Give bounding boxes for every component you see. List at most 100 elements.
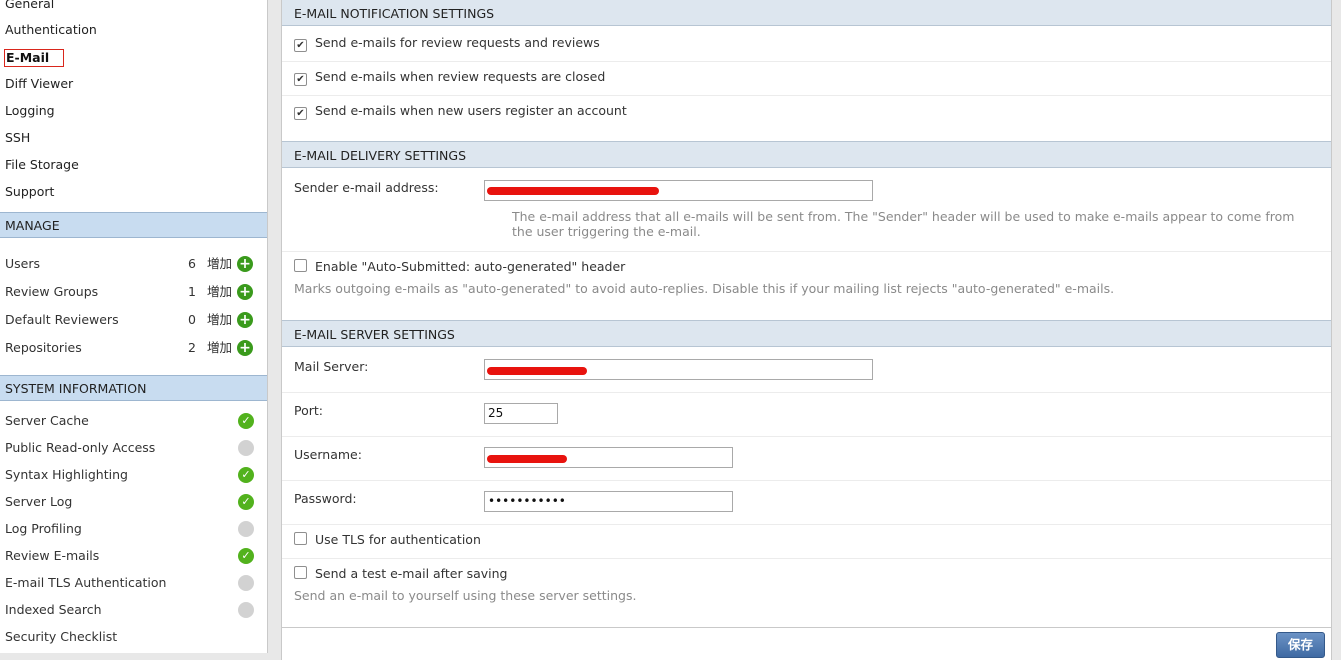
delivery-section-header: E-MAIL DELIVERY SETTINGS — [282, 141, 1331, 168]
sidebar: General Authentication E-Mail Diff Viewe… — [0, 0, 268, 653]
tls-label: Use TLS for authentication — [315, 532, 481, 547]
check-icon: ✓ — [238, 494, 254, 510]
save-button[interactable]: 保存 — [1276, 632, 1325, 658]
test-email-help: Send an e-mail to yourself using these s… — [294, 588, 637, 603]
sys-server-log-link[interactable]: Server Log — [5, 491, 72, 513]
nav-authentication[interactable]: Authentication — [5, 20, 97, 40]
password-field[interactable]: ••••••••••• — [484, 491, 733, 512]
disabled-status-icon — [238, 575, 254, 591]
nav-email[interactable]: E-Mail — [4, 49, 64, 67]
test-email-option[interactable]: Send a test e-mail after saving — [294, 565, 507, 583]
sys-public-read-only-link[interactable]: Public Read-only Access — [5, 437, 155, 459]
manage-users-count: 6 — [188, 256, 196, 271]
checkbox-checked-icon[interactable]: ✔ — [294, 107, 307, 120]
manage-users-add-label[interactable]: 増加 — [207, 253, 232, 275]
manage-users-link[interactable]: Users — [5, 253, 40, 275]
auto-submitted-option[interactable]: Enable "Auto-Submitted: auto-generated" … — [294, 258, 625, 276]
check-icon: ✓ — [238, 413, 254, 429]
sender-email-help: The e-mail address that all e-mails will… — [512, 209, 1295, 239]
system-info-header: SYSTEM INFORMATION — [0, 375, 267, 401]
manage-row-users: Users 6 増加 + — [0, 253, 267, 275]
checkbox-unchecked-icon[interactable] — [294, 566, 307, 579]
manage-row-default-reviewers: Default Reviewers 0 増加 + — [0, 309, 267, 331]
nav-diff-viewer[interactable]: Diff Viewer — [5, 74, 73, 94]
check-icon: ✓ — [238, 548, 254, 564]
sys-row-server-log: Server Log ✓ — [0, 491, 267, 513]
password-label: Password: — [294, 491, 357, 506]
checkbox-unchecked-icon[interactable] — [294, 259, 307, 272]
sys-row-security-checklist: Security Checklist — [0, 626, 267, 648]
manage-review-groups-count: 1 — [188, 284, 196, 299]
tls-option[interactable]: Use TLS for authentication — [294, 531, 481, 549]
add-icon[interactable]: + — [237, 340, 253, 356]
divider — [282, 480, 1331, 481]
manage-repositories-count: 2 — [188, 340, 196, 355]
disabled-status-icon — [238, 602, 254, 618]
mail-server-label: Mail Server: — [294, 359, 369, 374]
add-icon[interactable]: + — [237, 256, 253, 272]
sys-indexed-search-link[interactable]: Indexed Search — [5, 599, 102, 621]
sys-syntax-highlighting-link[interactable]: Syntax Highlighting — [5, 464, 128, 486]
add-icon[interactable]: + — [237, 284, 253, 300]
auto-submitted-help: Marks outgoing e-mails as "auto-generate… — [294, 281, 1115, 296]
sys-server-cache-link[interactable]: Server Cache — [5, 410, 89, 432]
sys-row-syntax-highlighting: Syntax Highlighting ✓ — [0, 464, 267, 486]
divider — [282, 524, 1331, 525]
manage-row-review-groups: Review Groups 1 増加 + — [0, 281, 267, 303]
divider — [282, 558, 1331, 559]
notify-review-requests-option[interactable]: ✔ Send e-mails for review requests and re… — [294, 34, 600, 52]
checkbox-checked-icon[interactable]: ✔ — [294, 39, 307, 52]
notify-new-users-label: Send e-mails when new users register an … — [315, 103, 627, 118]
divider — [282, 627, 1331, 628]
sys-row-log-profiling: Log Profiling — [0, 518, 267, 540]
server-section-header: E-MAIL SERVER SETTINGS — [282, 320, 1331, 347]
divider — [282, 436, 1331, 437]
sys-log-profiling-link[interactable]: Log Profiling — [5, 518, 82, 540]
divider — [282, 61, 1331, 62]
notify-new-users-option[interactable]: ✔ Send e-mails when new users register an… — [294, 102, 627, 120]
port-label: Port: — [294, 403, 323, 418]
redaction-mark — [487, 187, 659, 195]
divider — [282, 392, 1331, 393]
nav-logging[interactable]: Logging — [5, 101, 55, 121]
port-field[interactable]: 25 — [484, 403, 558, 424]
sys-row-indexed-search: Indexed Search — [0, 599, 267, 621]
nav-ssh[interactable]: SSH — [5, 128, 30, 148]
sys-security-checklist-link[interactable]: Security Checklist — [5, 626, 117, 648]
sys-row-server-cache: Server Cache ✓ — [0, 410, 267, 432]
notify-closed-label: Send e-mails when review requests are cl… — [315, 69, 606, 84]
manage-default-reviewers-add-label[interactable]: 増加 — [207, 309, 232, 331]
settings-form: E-MAIL NOTIFICATION SETTINGS ✔ Send e-mai… — [281, 0, 1332, 660]
divider — [282, 95, 1331, 96]
manage-repositories-link[interactable]: Repositories — [5, 337, 82, 359]
username-field[interactable] — [484, 447, 733, 468]
manage-review-groups-link[interactable]: Review Groups — [5, 281, 98, 303]
nav-support[interactable]: Support — [5, 182, 54, 202]
sender-email-label: Sender e-mail address: — [294, 180, 439, 195]
auto-submitted-label: Enable "Auto-Submitted: auto-generated" … — [315, 259, 626, 274]
manage-default-reviewers-link[interactable]: Default Reviewers — [5, 309, 119, 331]
nav-general[interactable]: General — [5, 0, 54, 14]
mail-server-field[interactable] — [484, 359, 873, 380]
redaction-mark — [487, 455, 567, 463]
manage-row-repositories: Repositories 2 増加 + — [0, 337, 267, 359]
redaction-mark — [487, 367, 587, 375]
sys-email-tls-link[interactable]: E-mail TLS Authentication — [5, 572, 166, 594]
manage-review-groups-add-label[interactable]: 増加 — [207, 281, 232, 303]
test-email-label: Send a test e-mail after saving — [315, 566, 508, 581]
manage-repositories-add-label[interactable]: 増加 — [207, 337, 232, 359]
check-icon: ✓ — [238, 467, 254, 483]
checkbox-unchecked-icon[interactable] — [294, 532, 307, 545]
disabled-status-icon — [238, 440, 254, 456]
sys-row-review-emails: Review E-mails ✓ — [0, 545, 267, 567]
checkbox-checked-icon[interactable]: ✔ — [294, 73, 307, 86]
sys-review-emails-link[interactable]: Review E-mails — [5, 545, 99, 567]
add-icon[interactable]: + — [237, 312, 253, 328]
divider — [282, 251, 1331, 252]
sys-row-email-tls: E-mail TLS Authentication — [0, 572, 267, 594]
sender-email-field[interactable] — [484, 180, 873, 201]
notify-closed-option[interactable]: ✔ Send e-mails when review requests are c… — [294, 68, 605, 86]
disabled-status-icon — [238, 521, 254, 537]
notification-section-header: E-MAIL NOTIFICATION SETTINGS — [282, 0, 1331, 26]
nav-file-storage[interactable]: File Storage — [5, 155, 79, 175]
